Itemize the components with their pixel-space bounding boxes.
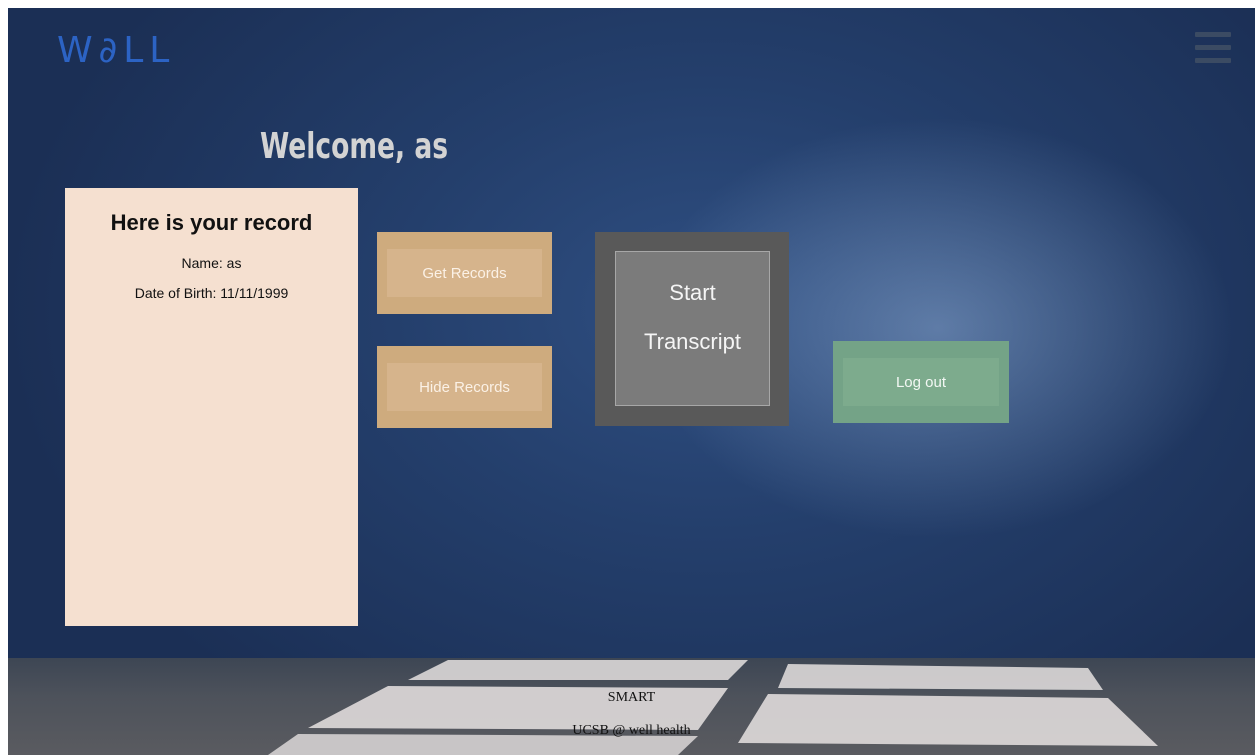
record-name: Name: as: [181, 255, 242, 271]
start-transcript-label-line1: Start: [669, 280, 716, 305]
get-records-label[interactable]: Get Records: [387, 249, 542, 297]
window-light-shapes: [268, 660, 1158, 755]
log-out-button[interactable]: Log out: [833, 341, 1009, 423]
record-date-of-birth: Date of Birth: 11/11/1999: [134, 285, 289, 301]
record-card: Here is your record Name: as Date of Bir…: [65, 188, 358, 626]
start-transcript-label-line2: Transcript: [644, 329, 741, 354]
record-card-heading: Here is your record: [110, 210, 313, 235]
get-records-button[interactable]: Get Records: [377, 232, 552, 314]
hamburger-menu-icon[interactable]: [1195, 32, 1231, 64]
hide-records-label[interactable]: Hide Records: [387, 363, 542, 411]
app-logo[interactable]: W∂LL: [57, 30, 175, 71]
footer-line-2: UCSB @ well health: [572, 723, 691, 738]
start-transcript-button[interactable]: Start Transcript: [595, 232, 789, 426]
log-out-label[interactable]: Log out: [843, 358, 999, 406]
hide-records-button[interactable]: Hide Records: [377, 346, 552, 428]
floor-footer: SMART UCSB @ well health: [8, 658, 1255, 755]
footer-line-1: SMART: [607, 690, 656, 705]
start-transcript-inner[interactable]: Start Transcript: [615, 251, 770, 406]
welcome-title: Welcome, as: [260, 126, 449, 167]
app-background: W∂LL Welcome, as Here is your record Nam…: [8, 8, 1255, 755]
